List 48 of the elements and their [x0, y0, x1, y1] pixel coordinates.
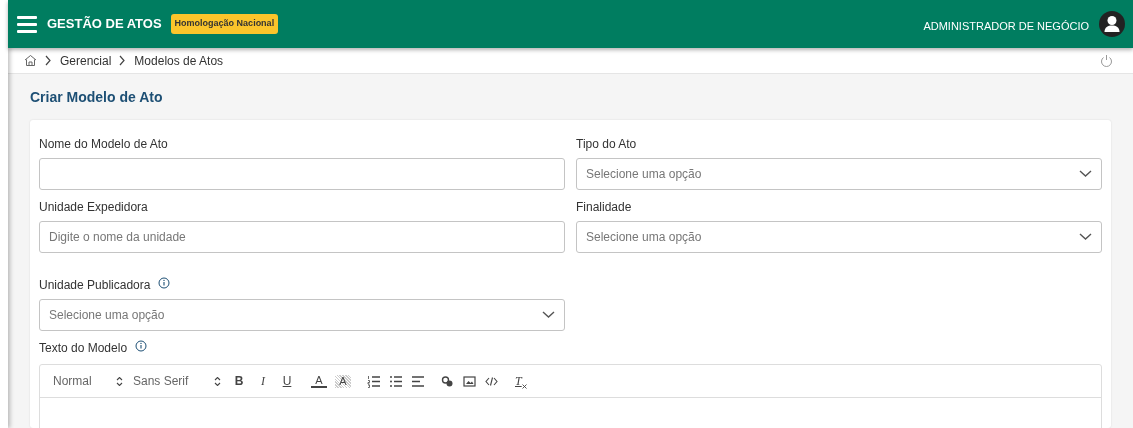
text-color-button[interactable]: A [311, 374, 327, 388]
field-label: Finalidade [576, 199, 632, 216]
app-title: GESTÃO DE ATOS [47, 15, 162, 34]
code-icon[interactable] [485, 374, 499, 388]
field-label: Tipo do Ato [576, 136, 637, 153]
format-dropdown[interactable]: Normal [53, 372, 133, 390]
dropdown-value: Sans Serif [133, 373, 190, 390]
page-title: Criar Modelo de Ato [30, 88, 164, 107]
select-field[interactable]: Selecione uma opção [576, 158, 1102, 190]
chevron-down-icon [1079, 170, 1092, 178]
dropdown-value: Normal [53, 373, 93, 390]
field-label: Unidade Expedidora [39, 199, 148, 216]
select-field[interactable]: Selecione uma opção [39, 299, 565, 331]
info-icon[interactable] [158, 277, 171, 289]
select-field[interactable]: Selecione uma opção [576, 221, 1102, 253]
input-field[interactable]: Digite o nome da unidade [39, 221, 565, 253]
field-label: Texto do Modelo [39, 340, 128, 357]
input-field[interactable] [39, 158, 565, 190]
bold-button[interactable]: B [231, 372, 247, 390]
text-editor[interactable]: Normal Sans Serif B I U A A T [39, 364, 1102, 428]
clear-format-button[interactable]: T [515, 372, 533, 390]
chevron-right-icon [45, 55, 52, 66]
user-avatar-icon[interactable] [1099, 11, 1125, 37]
info-icon[interactable] [135, 340, 148, 352]
chevron-down-icon [1079, 233, 1092, 241]
highlight-button[interactable]: A [335, 374, 351, 388]
numbered-list-icon[interactable] [367, 374, 381, 388]
cross-icon [521, 384, 527, 389]
breadcrumb-link[interactable]: Gerencial [60, 51, 112, 70]
user-name[interactable]: ADMINISTRADOR DE NEGÓCIO [923, 18, 1089, 35]
field-label: Unidade Publicadora [39, 277, 151, 294]
sort-arrows-icon [116, 376, 123, 386]
field-label: Nome do Modelo de Ato [39, 136, 168, 153]
italic-button[interactable]: I [255, 372, 271, 390]
breadcrumb-link[interactable]: Modelos de Atos [134, 51, 224, 70]
chevron-right-icon [119, 55, 127, 66]
environment-badge: Homologação Nacional [170, 14, 279, 34]
bullet-list-icon[interactable] [389, 374, 403, 388]
format-dropdown[interactable]: Sans Serif [133, 372, 231, 390]
power-icon[interactable] [1100, 54, 1113, 67]
image-icon[interactable] [463, 374, 477, 388]
align-left-icon[interactable] [411, 374, 425, 388]
underline-button[interactable]: U [279, 372, 295, 390]
home-icon[interactable] [24, 54, 37, 67]
chevron-down-icon [542, 311, 555, 319]
link-icon[interactable] [441, 374, 455, 388]
sort-arrows-icon [214, 376, 221, 386]
menu-icon[interactable] [17, 15, 37, 33]
